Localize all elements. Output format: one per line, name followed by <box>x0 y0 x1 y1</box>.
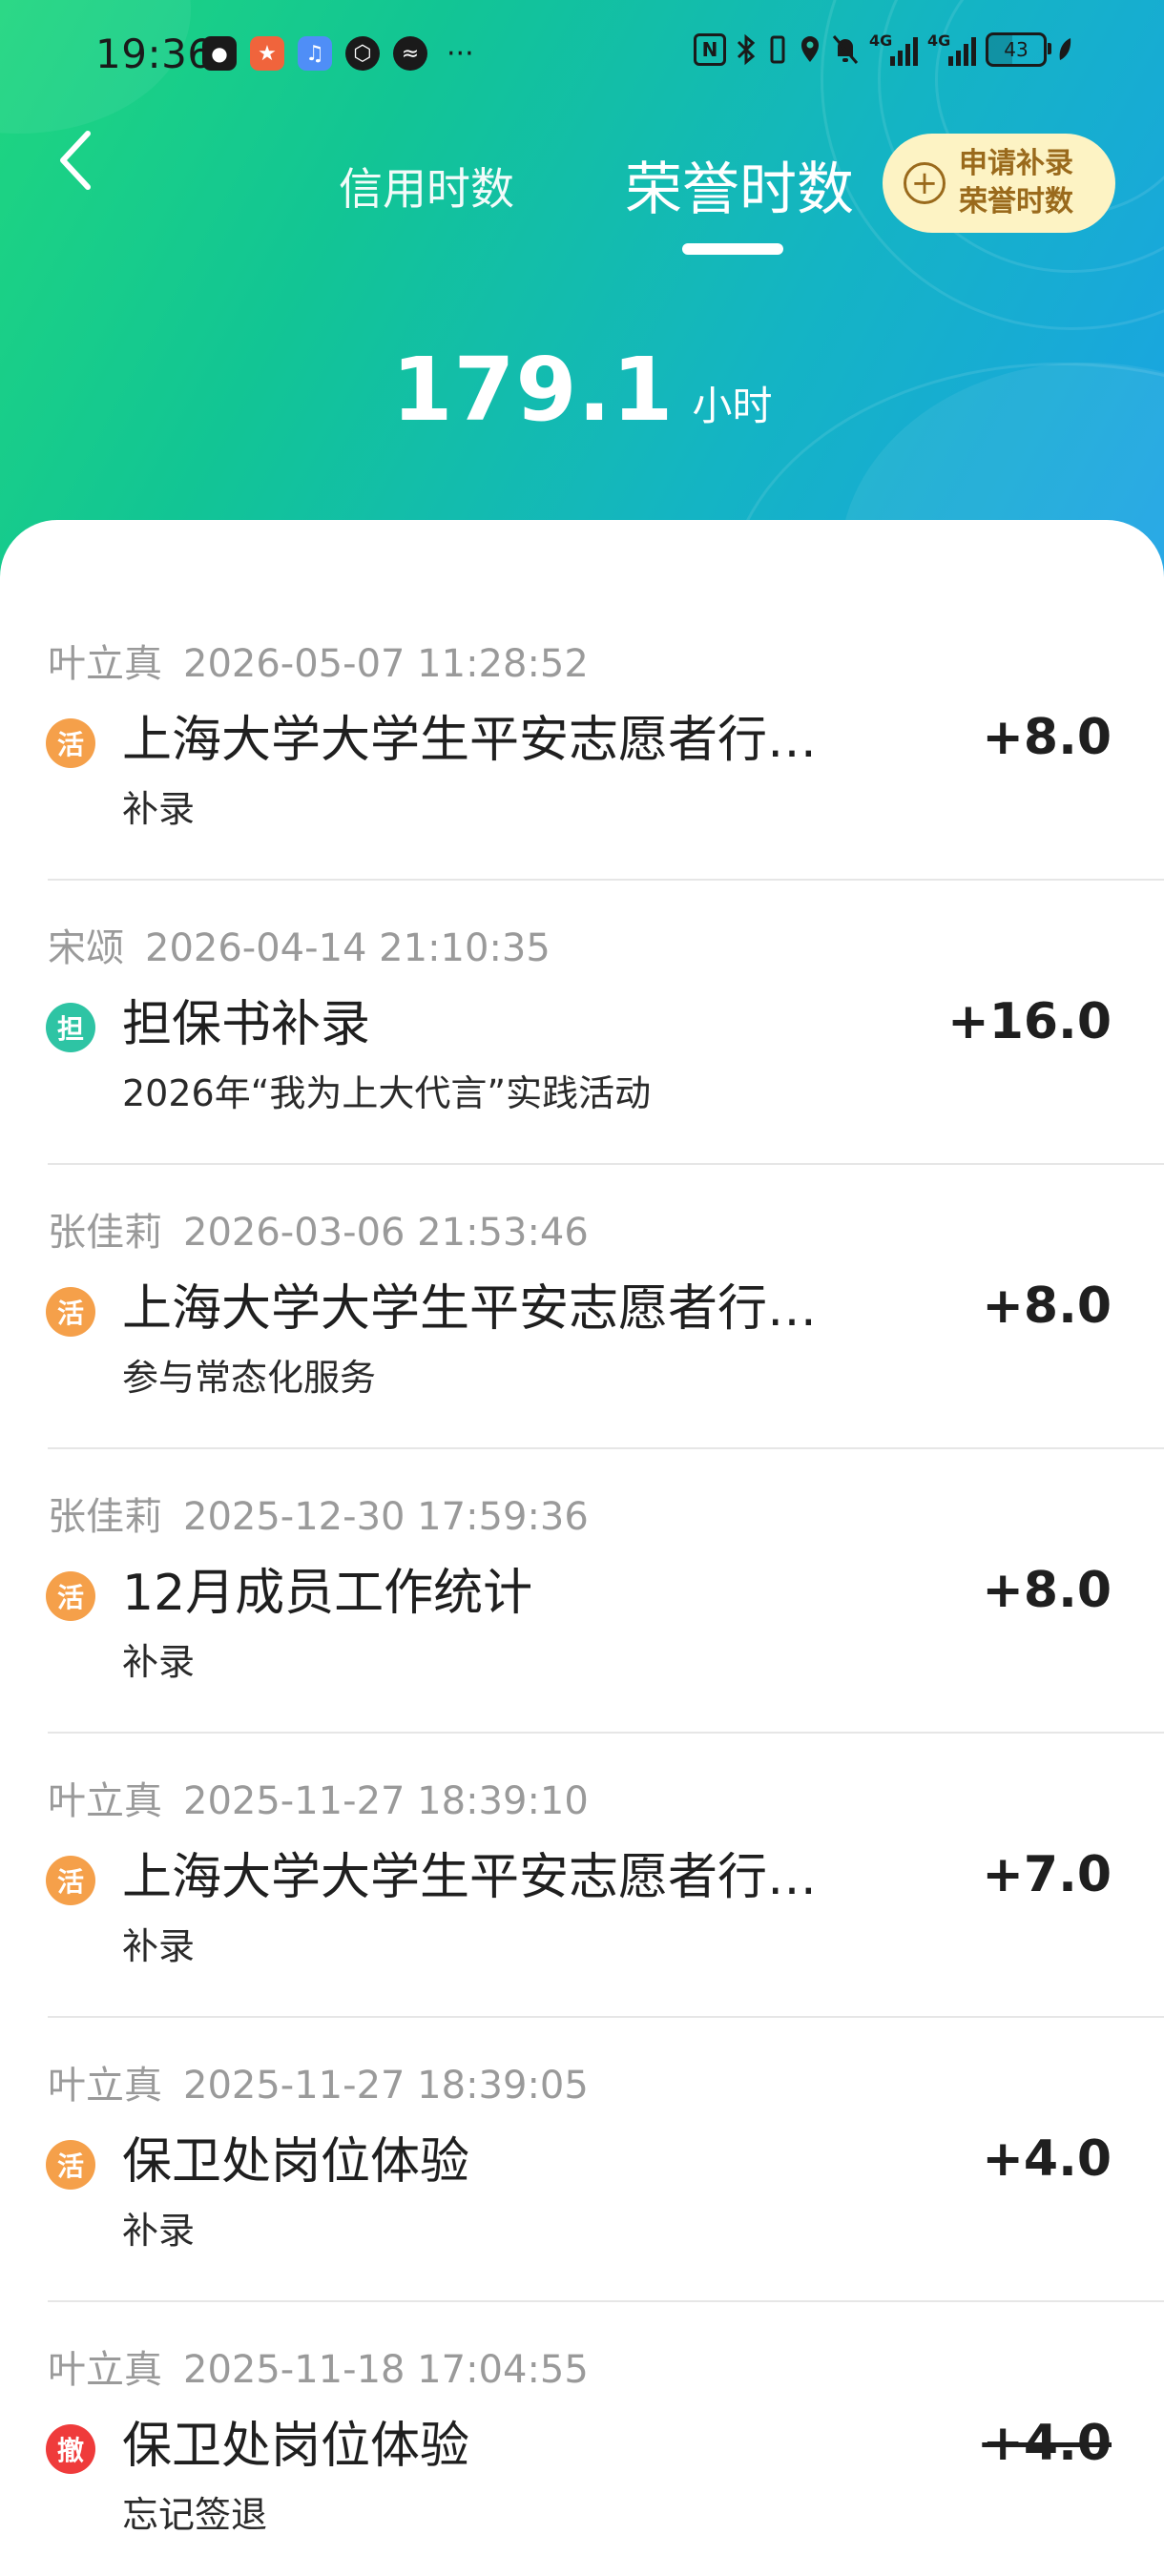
record-operator: 张佳莉 <box>48 1495 162 1539</box>
vibrate-icon <box>766 33 789 66</box>
record-hours: +4.0 <box>982 2130 1112 2188</box>
record-operator: 叶立真 <box>48 1779 162 1823</box>
total-hours-value: 179.1 <box>391 339 675 441</box>
record-title: 12月成员工作统计 <box>122 1565 533 1622</box>
record-datetime: 2025-11-27 18:39:05 <box>183 2064 589 2108</box>
hexagon-app-icon: ⬡ <box>345 36 380 71</box>
record-datetime: 2025-11-27 18:39:10 <box>183 1779 589 1823</box>
more-notifications-icon: ··· <box>447 36 474 71</box>
nfc-icon: N <box>694 33 726 66</box>
app-notification-icon: ★ <box>250 36 284 71</box>
record-hours: +7.0 <box>982 1846 1112 1903</box>
record-datetime: 2025-12-30 17:59:36 <box>183 1495 589 1539</box>
record-subtitle: 忘记签退 <box>122 2494 268 2536</box>
plus-circle-icon: + <box>904 162 946 204</box>
record-operator: 叶立真 <box>48 2064 162 2108</box>
active-tab-indicator <box>682 243 783 255</box>
record-item[interactable]: 叶立真 2025-11-27 18:39:10 活 上海大学大学生平安志愿者行… … <box>0 1734 1164 2018</box>
record-meta: 宋颂 2026-04-14 21:10:35 <box>48 917 551 972</box>
activity-badge-icon: 活 <box>46 1287 95 1337</box>
audio-app-icon: ≈ <box>393 36 427 71</box>
record-item[interactable]: 叶立真 2025-11-27 18:39:05 活 保卫处岗位体验 补录 +4.0 <box>0 2018 1164 2302</box>
record-subtitle: 补录 <box>122 788 196 830</box>
record-subtitle: 2026年“我为上大代言”实践活动 <box>122 1072 652 1114</box>
chevron-left-icon <box>60 131 91 190</box>
bluetooth-icon <box>736 33 757 66</box>
activity-badge-icon: 活 <box>46 2140 95 2190</box>
honor-hours-page: 19:36 ● ★ ♫ ⬡ ≈ ··· N 4G 4G 43 信用时数 荣誉时数… <box>0 0 1164 2576</box>
record-title: 担保书补录 <box>122 996 371 1053</box>
apply-label-line1: 申请补录 <box>959 147 1073 180</box>
record-meta: 叶立真 2025-11-18 17:04:55 <box>48 2338 589 2394</box>
record-title: 上海大学大学生平安志愿者行… <box>122 1280 818 1338</box>
record-datetime: 2026-05-07 11:28:52 <box>183 642 589 686</box>
record-meta: 叶立真 2026-05-07 11:28:52 <box>48 633 589 688</box>
signal-icon: 4G <box>927 31 976 66</box>
mute-bell-icon <box>831 33 860 66</box>
music-icon: ♫ <box>298 36 332 71</box>
notification-icons: ● ★ ♫ ⬡ ≈ ··· <box>202 36 474 71</box>
record-subtitle: 补录 <box>122 1925 196 1967</box>
record-title: 上海大学大学生平安志愿者行… <box>122 1849 818 1906</box>
apply-supplement-button[interactable]: + 申请补录 荣誉时数 <box>883 134 1115 233</box>
record-title: 上海大学大学生平安志愿者行… <box>122 712 818 769</box>
record-operator: 叶立真 <box>48 2348 162 2392</box>
record-hours: +8.0 <box>982 709 1112 766</box>
record-meta: 叶立真 2025-11-27 18:39:10 <box>48 1770 589 1825</box>
network-type-label: 4G <box>869 31 893 50</box>
system-status-icons: N 4G 4G 43 <box>694 31 1073 67</box>
location-icon <box>799 33 821 66</box>
record-meta: 张佳莉 2026-03-06 21:53:46 <box>48 1201 589 1257</box>
apply-button-label: 申请补录 荣誉时数 <box>959 145 1073 221</box>
guarantee-badge-icon: 担 <box>46 1003 95 1052</box>
revoked-badge-icon: 撤 <box>46 2424 95 2474</box>
activity-badge-icon: 活 <box>46 718 95 768</box>
record-datetime: 2025-11-18 17:04:55 <box>183 2348 589 2392</box>
record-hours: +8.0 <box>982 1562 1112 1619</box>
record-item[interactable]: 叶立真 2026-05-07 11:28:52 活 上海大学大学生平安志愿者行… … <box>0 596 1164 881</box>
network-type-label: 4G <box>927 31 951 50</box>
activity-badge-icon: 活 <box>46 1856 95 1905</box>
status-bar: 19:36 ● ★ ♫ ⬡ ≈ ··· N 4G 4G 43 <box>0 0 1164 113</box>
battery-icon: 43 <box>986 32 1051 67</box>
total-hours: 179.1 小时 <box>0 339 1164 441</box>
record-subtitle: 参与常态化服务 <box>122 1357 377 1399</box>
record-item[interactable]: 宋颂 2026-04-14 21:10:35 担 担保书补录 2026年“我为上大… <box>0 881 1164 1165</box>
record-meta: 叶立真 2025-11-27 18:39:05 <box>48 2054 589 2109</box>
record-title: 保卫处岗位体验 <box>122 2133 470 2191</box>
record-item[interactable]: 叶立真 2025-11-18 17:04:55 撤 保卫处岗位体验 忘记签退 +4… <box>0 2302 1164 2576</box>
total-hours-unit: 小时 <box>692 383 773 429</box>
record-hours: +8.0 <box>982 1278 1112 1335</box>
tab-credit-hours[interactable]: 信用时数 <box>339 155 514 218</box>
apply-label-line2: 荣誉时数 <box>959 185 1073 218</box>
wechat-icon: ● <box>202 36 237 71</box>
record-hours: +16.0 <box>947 993 1112 1050</box>
record-title: 保卫处岗位体验 <box>122 2418 470 2475</box>
record-subtitle: 补录 <box>122 1641 196 1683</box>
record-datetime: 2026-04-14 21:10:35 <box>145 926 551 970</box>
record-item[interactable]: 张佳莉 2026-03-06 21:53:46 活 上海大学大学生平安志愿者行… … <box>0 1165 1164 1449</box>
record-datetime: 2026-03-06 21:53:46 <box>183 1211 589 1255</box>
record-item[interactable]: 张佳莉 2025-12-30 17:59:36 活 12月成员工作统计 补录 +8… <box>0 1449 1164 1734</box>
tab-honor-hours[interactable]: 荣誉时数 <box>625 143 854 226</box>
activity-badge-icon: 活 <box>46 1571 95 1621</box>
record-operator: 宋颂 <box>48 926 124 970</box>
record-meta: 张佳莉 2025-12-30 17:59:36 <box>48 1485 589 1541</box>
signal-icon: 4G <box>869 31 918 66</box>
records-list: 叶立真 2026-05-07 11:28:52 活 上海大学大学生平安志愿者行… … <box>0 520 1164 2576</box>
status-time: 19:36 <box>95 31 214 77</box>
record-operator: 张佳莉 <box>48 1211 162 1255</box>
record-hours-revoked: +4.0 <box>982 2415 1112 2472</box>
leaf-icon <box>1056 35 1073 64</box>
record-operator: 叶立真 <box>48 642 162 686</box>
back-button[interactable] <box>48 122 105 198</box>
record-subtitle: 补录 <box>122 2210 196 2252</box>
header: 19:36 ● ★ ♫ ⬡ ≈ ··· N 4G 4G 43 信用时数 荣誉时数… <box>0 0 1164 611</box>
